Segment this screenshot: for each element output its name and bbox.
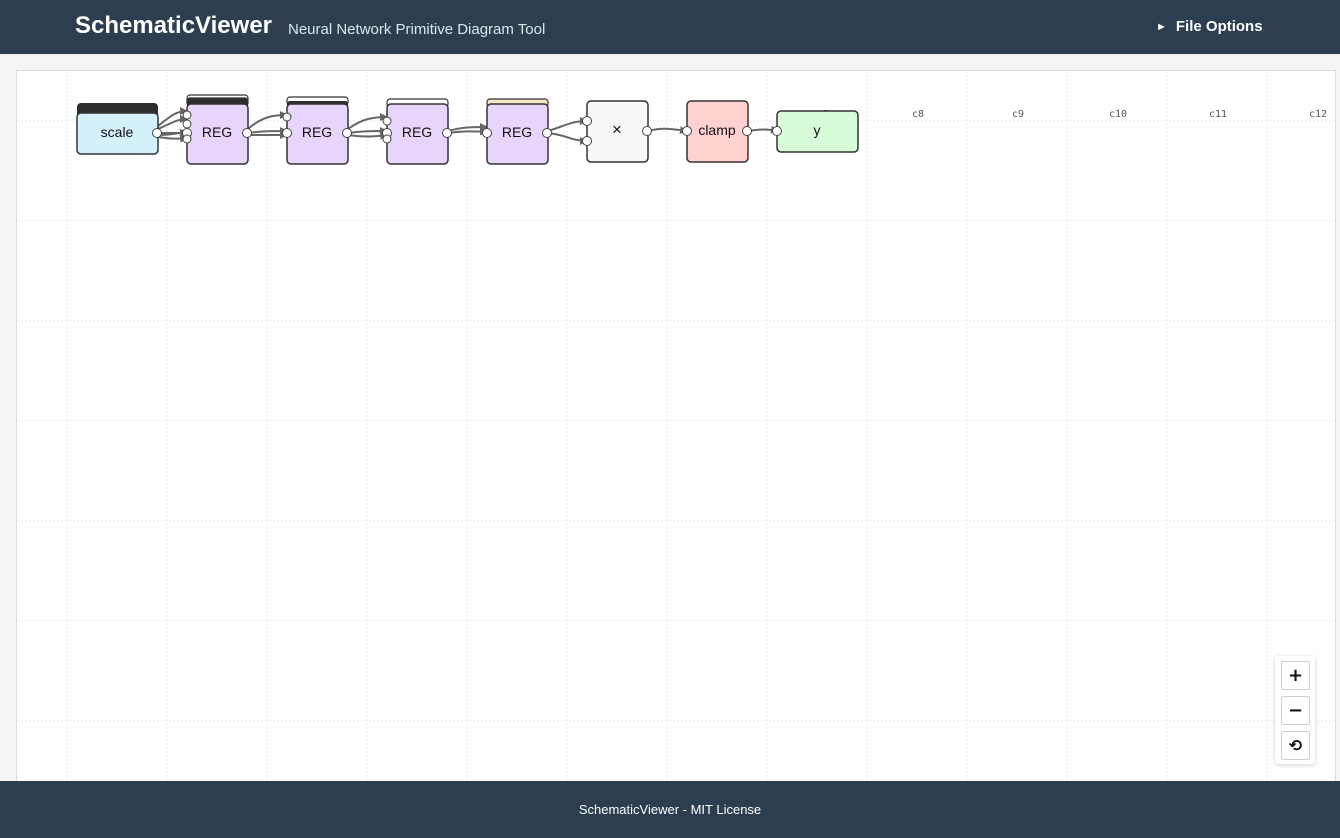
diagram-canvas[interactable]: c7 c8 c9 c10 c11 c12 — [16, 70, 1336, 782]
port-in[interactable] — [382, 116, 392, 126]
port-in[interactable] — [582, 136, 592, 146]
node-output-y[interactable]: y — [772, 110, 859, 153]
reset-view-button[interactable]: ⟲ — [1281, 731, 1310, 760]
column-label: c11 — [1209, 109, 1227, 120]
port-in[interactable] — [582, 116, 592, 126]
app-footer: SchematicViewer - MIT License — [0, 781, 1340, 838]
grid — [17, 71, 1335, 781]
node-reg-2[interactable]: REG — [282, 96, 352, 165]
port-in[interactable] — [682, 126, 692, 136]
node-reg-1[interactable]: REG — [182, 94, 252, 165]
edge — [247, 111, 288, 130]
column-label: c9 — [1012, 109, 1024, 120]
node-label: REG — [502, 124, 532, 140]
node-label: REG — [402, 124, 432, 140]
column-label: c8 — [912, 109, 924, 120]
column-labels: c7 c8 c9 c10 c11 c12 — [817, 109, 1327, 120]
node-reg-4[interactable]: REG — [482, 98, 552, 165]
app-title: SchematicViewer — [75, 12, 273, 39]
file-options-toggle[interactable]: ► File Options — [1156, 18, 1263, 35]
zoom-controls: + − ⟲ — [1275, 656, 1315, 764]
diagram-svg[interactable]: c7 c8 c9 c10 c11 c12 — [17, 71, 1336, 782]
port-out[interactable] — [642, 126, 652, 136]
file-options-label: File Options — [1175, 18, 1263, 35]
multiply-icon: × — [612, 120, 622, 139]
port-out[interactable] — [742, 126, 752, 136]
zoom-in-button[interactable]: + — [1281, 661, 1310, 690]
port-out[interactable] — [342, 128, 352, 138]
app-header: SchematicViewer Neural Network Primitive… — [0, 0, 1340, 54]
port-out[interactable] — [242, 128, 252, 138]
node-label: scale — [101, 124, 134, 140]
port-out[interactable] — [152, 128, 162, 138]
port-in[interactable] — [282, 128, 292, 138]
node-label: REG — [202, 124, 232, 140]
edge — [647, 126, 688, 135]
node-multiply[interactable]: × — [582, 100, 652, 163]
node-scale[interactable]: scale — [76, 103, 162, 155]
column-label: c12 — [1309, 109, 1327, 120]
port-in[interactable] — [772, 126, 782, 136]
edge — [547, 117, 588, 132]
triangle-right-icon: ► — [1156, 20, 1167, 33]
node-label: REG — [302, 124, 332, 140]
node-label: clamp — [698, 122, 736, 138]
app-subtitle: Neural Network Primitive Diagram Tool — [288, 21, 546, 38]
column-label: c10 — [1109, 109, 1127, 120]
port-in[interactable] — [282, 112, 292, 122]
edges — [157, 107, 779, 145]
node-clamp[interactable]: clamp — [682, 100, 752, 163]
port-in[interactable] — [182, 119, 192, 129]
port-in[interactable] — [182, 110, 192, 120]
zoom-out-button[interactable]: − — [1281, 696, 1310, 725]
footer-text: SchematicViewer - MIT License — [578, 802, 762, 817]
port-out[interactable] — [442, 128, 452, 138]
port-in[interactable] — [482, 128, 492, 138]
node-reg-3[interactable]: REG — [382, 98, 452, 165]
port-in[interactable] — [382, 134, 392, 144]
node-label: y — [814, 122, 821, 138]
port-out[interactable] — [542, 128, 552, 138]
port-in[interactable] — [182, 134, 192, 144]
